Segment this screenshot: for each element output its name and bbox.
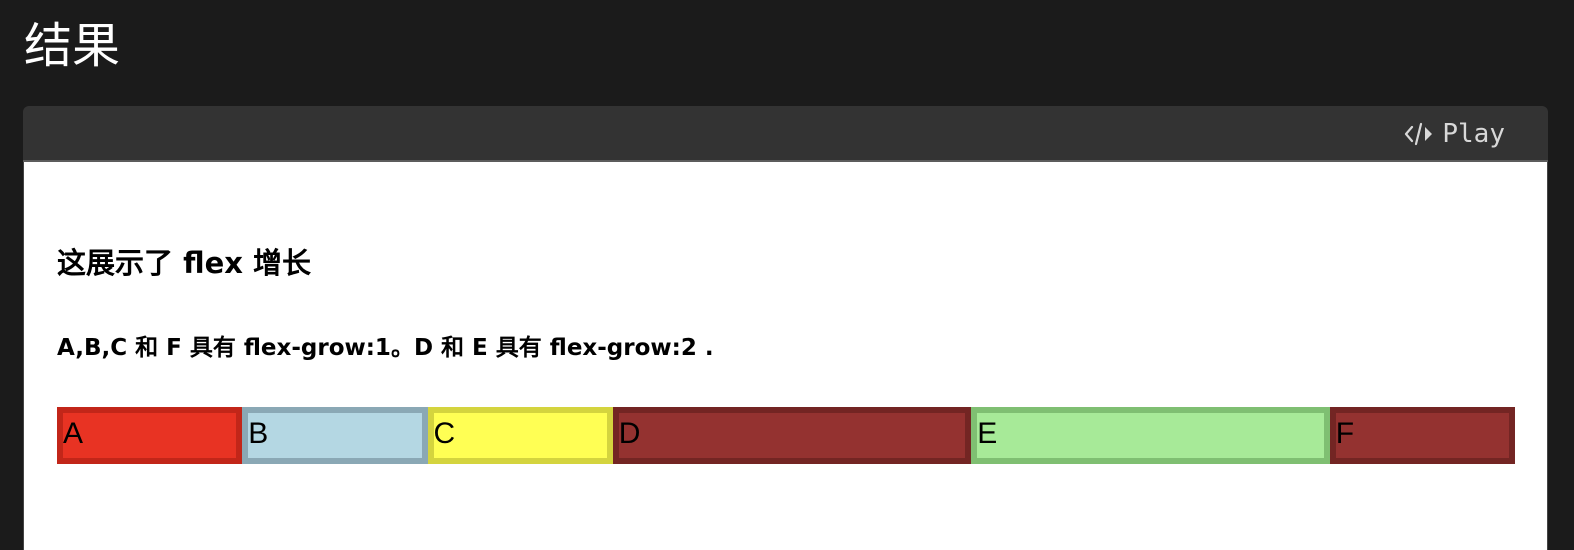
flex-item-a: A xyxy=(57,407,243,464)
demo-heading: 这展示了 flex 增长 xyxy=(57,246,312,280)
demo-description: A,B,C 和 F 具有 flex-grow:1。D 和 E 具有 flex-g… xyxy=(57,335,714,361)
page-title: 结果 xyxy=(24,18,121,74)
flex-item-b: B xyxy=(242,407,428,464)
result-body: 这展示了 flex 增长 A,B,C 和 F 具有 flex-grow:1。D … xyxy=(23,162,1548,550)
frame-toolbar: Play xyxy=(23,106,1548,162)
flex-container: ABCDEF xyxy=(57,407,1515,464)
play-label: Play xyxy=(1442,119,1505,149)
flex-item-e: E xyxy=(971,407,1330,464)
play-button[interactable]: Play xyxy=(1404,116,1505,152)
code-icon xyxy=(1404,121,1434,147)
flex-item-c: C xyxy=(427,407,613,464)
flex-item-d: D xyxy=(612,407,972,464)
flex-item-f: F xyxy=(1329,407,1515,464)
result-frame: Play 这展示了 flex 增长 A,B,C 和 F 具有 flex-grow… xyxy=(23,106,1548,550)
